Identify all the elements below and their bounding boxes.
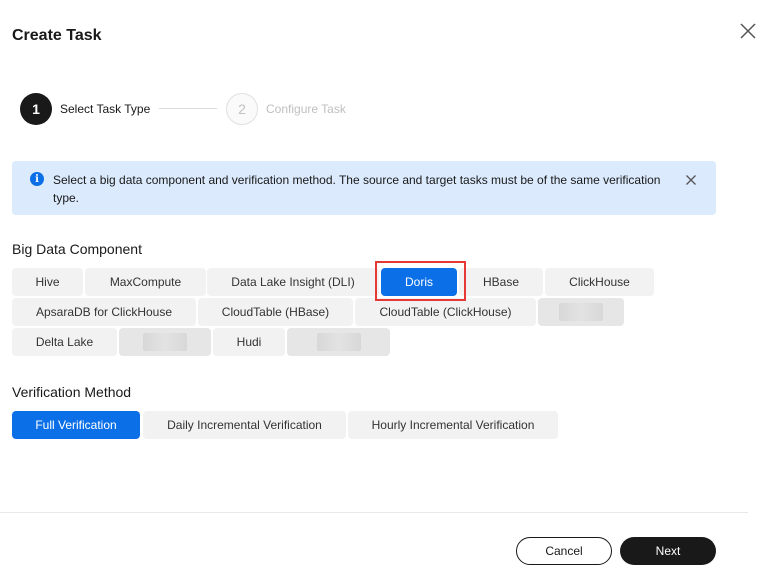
step-connector	[159, 108, 217, 109]
info-banner: i Select a big data component and verifi…	[12, 161, 716, 215]
step-label: Configure Task	[266, 102, 346, 116]
selection-highlight-box	[375, 261, 466, 301]
component-option-redacted[interactable]	[538, 298, 624, 326]
step-configure-task: 2 Configure Task	[226, 93, 346, 125]
close-icon[interactable]	[684, 173, 698, 187]
step-number: 2	[226, 93, 258, 125]
component-option-cloudtable-clickhouse[interactable]: CloudTable (ClickHouse)	[355, 298, 536, 326]
component-option-maxcompute[interactable]: MaxCompute	[85, 268, 206, 296]
verification-option-daily-incremental[interactable]: Daily Incremental Verification	[143, 411, 346, 439]
component-option-dli[interactable]: Data Lake Insight (DLI)	[207, 268, 379, 296]
component-option-apsaradb-clickhouse[interactable]: ApsaraDB for ClickHouse	[12, 298, 196, 326]
verification-option-full[interactable]: Full Verification	[12, 411, 140, 439]
step-number: 1	[20, 93, 52, 125]
component-option-hbase[interactable]: HBase	[459, 268, 543, 296]
component-option-redacted[interactable]	[287, 328, 390, 356]
close-icon[interactable]	[738, 21, 758, 41]
component-option-hudi[interactable]: Hudi	[213, 328, 285, 356]
component-option-clickhouse[interactable]: ClickHouse	[545, 268, 654, 296]
verification-option-hourly-incremental[interactable]: Hourly Incremental Verification	[348, 411, 558, 439]
banner-text: Select a big data component and verifica…	[53, 173, 661, 205]
info-icon: i	[30, 172, 44, 186]
step-label: Select Task Type	[60, 102, 151, 116]
create-task-dialog: Create Task 1 Select Task Type 2 Configu…	[0, 0, 761, 577]
next-button[interactable]: Next	[620, 537, 716, 565]
footer-divider	[0, 512, 748, 513]
component-option-hive[interactable]: Hive	[12, 268, 83, 296]
verification-method-label: Verification Method	[12, 384, 132, 400]
component-option-redacted[interactable]	[119, 328, 211, 356]
big-data-component-label: Big Data Component	[12, 241, 142, 257]
component-option-cloudtable-hbase[interactable]: CloudTable (HBase)	[198, 298, 353, 326]
cancel-button[interactable]: Cancel	[516, 537, 612, 565]
dialog-title: Create Task	[12, 27, 102, 44]
component-option-delta-lake[interactable]: Delta Lake	[12, 328, 117, 356]
step-select-task-type: 1 Select Task Type	[20, 93, 150, 125]
